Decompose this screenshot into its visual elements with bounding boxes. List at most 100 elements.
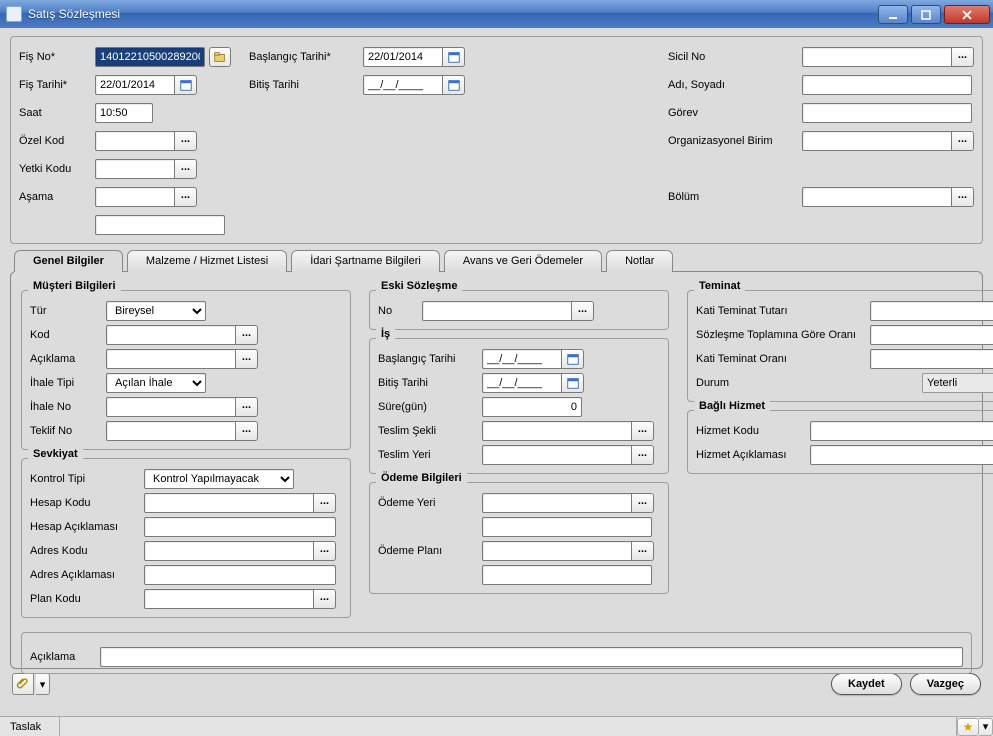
asama-label: Aşama bbox=[19, 191, 91, 203]
odeme-plani-input[interactable] bbox=[482, 541, 632, 561]
ozel-kod-lookup-button[interactable] bbox=[175, 131, 197, 151]
adres-kodu-label: Adres Kodu bbox=[30, 545, 140, 557]
bolum-lookup-button[interactable] bbox=[952, 187, 974, 207]
sevkiyat-legend: Sevkiyat bbox=[28, 448, 83, 460]
eski-sozlesme-group: Eski Sözleşme No bbox=[369, 290, 669, 330]
adres-kodu-input[interactable] bbox=[144, 541, 314, 561]
odeme-yeri-input[interactable] bbox=[482, 493, 632, 513]
maximize-button[interactable] bbox=[911, 5, 941, 24]
fis-no-input[interactable] bbox=[95, 47, 205, 67]
kati-oran-input[interactable] bbox=[870, 349, 993, 369]
adres-kodu-lookup-button[interactable] bbox=[314, 541, 336, 561]
baslangic-calendar-button[interactable] bbox=[443, 47, 465, 67]
yetki-kodu-lookup-button[interactable] bbox=[175, 159, 197, 179]
tab-notlar[interactable]: Notlar bbox=[606, 250, 673, 272]
org-birim-lookup-button[interactable] bbox=[952, 131, 974, 151]
attachment-dropdown-button[interactable]: ▾ bbox=[36, 673, 50, 695]
bitis-tarihi-input[interactable] bbox=[363, 75, 443, 95]
ihale-tipi-select[interactable]: Açılan İhale bbox=[106, 373, 206, 393]
musteri-legend: Müşteri Bilgileri bbox=[28, 280, 121, 292]
musteri-aciklama-lookup-button[interactable] bbox=[236, 349, 258, 369]
yetki-kodu-label: Yetki Kodu bbox=[19, 163, 91, 175]
fis-tarihi-input[interactable] bbox=[95, 75, 175, 95]
is-bitis-input[interactable] bbox=[482, 373, 562, 393]
musteri-kod-input[interactable] bbox=[106, 325, 236, 345]
sicil-no-label: Sicil No bbox=[668, 51, 798, 63]
hizmet-kodu-input[interactable] bbox=[810, 421, 993, 441]
sicil-no-input[interactable] bbox=[802, 47, 952, 67]
aciklama-input[interactable] bbox=[100, 647, 963, 667]
ihale-no-label: İhale No bbox=[30, 401, 102, 413]
tur-select[interactable]: Bireysel bbox=[106, 301, 206, 321]
header-col-2: Başlangıç Tarihi* Bitiş Tarihi bbox=[249, 45, 465, 237]
odeme-plani-extra-input[interactable] bbox=[482, 565, 652, 585]
saat-label: Saat bbox=[19, 107, 91, 119]
ihale-no-input[interactable] bbox=[106, 397, 236, 417]
odeme-plani-label: Ödeme Planı bbox=[378, 545, 478, 557]
asama-extra-input[interactable] bbox=[95, 215, 225, 235]
titlebar: Satış Sözleşmesi bbox=[0, 0, 993, 28]
odeme-bilgileri-group: Ödeme Bilgileri Ödeme Yeri Ödeme Planı bbox=[369, 482, 669, 594]
tab-genel-bilgiler[interactable]: Genel Bilgiler bbox=[14, 250, 123, 272]
musteri-kod-lookup-button[interactable] bbox=[236, 325, 258, 345]
ozel-kod-input[interactable] bbox=[95, 131, 175, 151]
fis-no-browse-button[interactable] bbox=[209, 47, 231, 67]
odeme-legend: Ödeme Bilgileri bbox=[376, 472, 467, 484]
cancel-button[interactable]: Vazgeç bbox=[910, 673, 981, 695]
is-baslangic-calendar-button[interactable] bbox=[562, 349, 584, 369]
yetki-kodu-input[interactable] bbox=[95, 159, 175, 179]
tab-idari-sartname[interactable]: İdari Şartname Bilgileri bbox=[291, 250, 440, 272]
is-baslangic-input[interactable] bbox=[482, 349, 562, 369]
status-cell-1: Taslak bbox=[0, 717, 60, 736]
odeme-yeri-extra-input[interactable] bbox=[482, 517, 652, 537]
odeme-plani-lookup-button[interactable] bbox=[632, 541, 654, 561]
adsoyad-input[interactable] bbox=[802, 75, 972, 95]
musteri-aciklama-input[interactable] bbox=[106, 349, 236, 369]
tab-malzeme-hizmet[interactable]: Malzeme / Hizmet Listesi bbox=[127, 250, 287, 272]
save-button[interactable]: Kaydet bbox=[831, 673, 902, 695]
asama-input[interactable] bbox=[95, 187, 175, 207]
asama-lookup-button[interactable] bbox=[175, 187, 197, 207]
saat-input[interactable] bbox=[95, 103, 153, 123]
teslim-sekli-lookup-button[interactable] bbox=[632, 421, 654, 441]
favorite-button[interactable]: ★ bbox=[957, 718, 979, 736]
teslim-yeri-input[interactable] bbox=[482, 445, 632, 465]
sure-input[interactable] bbox=[482, 397, 582, 417]
baslangic-tarihi-label: Başlangıç Tarihi* bbox=[249, 51, 359, 63]
hesap-aciklamasi-input[interactable] bbox=[144, 517, 336, 537]
kontrol-tipi-select[interactable]: Kontrol Yapılmayacak bbox=[144, 469, 294, 489]
teklif-no-lookup-button[interactable] bbox=[236, 421, 258, 441]
favorite-dropdown-button[interactable]: ▾ bbox=[979, 718, 993, 736]
ihale-no-lookup-button[interactable] bbox=[236, 397, 258, 417]
teklif-no-input[interactable] bbox=[106, 421, 236, 441]
odeme-yeri-lookup-button[interactable] bbox=[632, 493, 654, 513]
minimize-button[interactable] bbox=[878, 5, 908, 24]
plan-kodu-input[interactable] bbox=[144, 589, 314, 609]
oran-toplam-input[interactable] bbox=[870, 325, 993, 345]
fis-tarihi-label: Fiş Tarihi* bbox=[19, 79, 91, 91]
kati-tutar-input[interactable] bbox=[870, 301, 993, 321]
status-cell-2 bbox=[60, 717, 957, 736]
bolum-label: Bölüm bbox=[668, 191, 798, 203]
org-birim-input[interactable] bbox=[802, 131, 952, 151]
eski-no-lookup-button[interactable] bbox=[572, 301, 594, 321]
bagli-hizmet-legend: Bağlı Hizmet bbox=[694, 400, 770, 412]
teslim-sekli-input[interactable] bbox=[482, 421, 632, 441]
is-bitis-calendar-button[interactable] bbox=[562, 373, 584, 393]
tab-avans-geri-odeme[interactable]: Avans ve Geri Ödemeler bbox=[444, 250, 602, 272]
fis-tarihi-calendar-button[interactable] bbox=[175, 75, 197, 95]
plan-kodu-lookup-button[interactable] bbox=[314, 589, 336, 609]
eski-no-input[interactable] bbox=[422, 301, 572, 321]
bitis-calendar-button[interactable] bbox=[443, 75, 465, 95]
gorev-input[interactable] bbox=[802, 103, 972, 123]
teslim-yeri-lookup-button[interactable] bbox=[632, 445, 654, 465]
baslangic-tarihi-input[interactable] bbox=[363, 47, 443, 67]
sicil-no-lookup-button[interactable] bbox=[952, 47, 974, 67]
hesap-kodu-input[interactable] bbox=[144, 493, 314, 513]
close-button[interactable] bbox=[944, 5, 990, 24]
attachment-button[interactable] bbox=[12, 673, 34, 695]
bolum-input[interactable] bbox=[802, 187, 952, 207]
hesap-kodu-lookup-button[interactable] bbox=[314, 493, 336, 513]
adres-aciklamasi-input[interactable] bbox=[144, 565, 336, 585]
hizmet-aciklamasi-input[interactable] bbox=[810, 445, 993, 465]
